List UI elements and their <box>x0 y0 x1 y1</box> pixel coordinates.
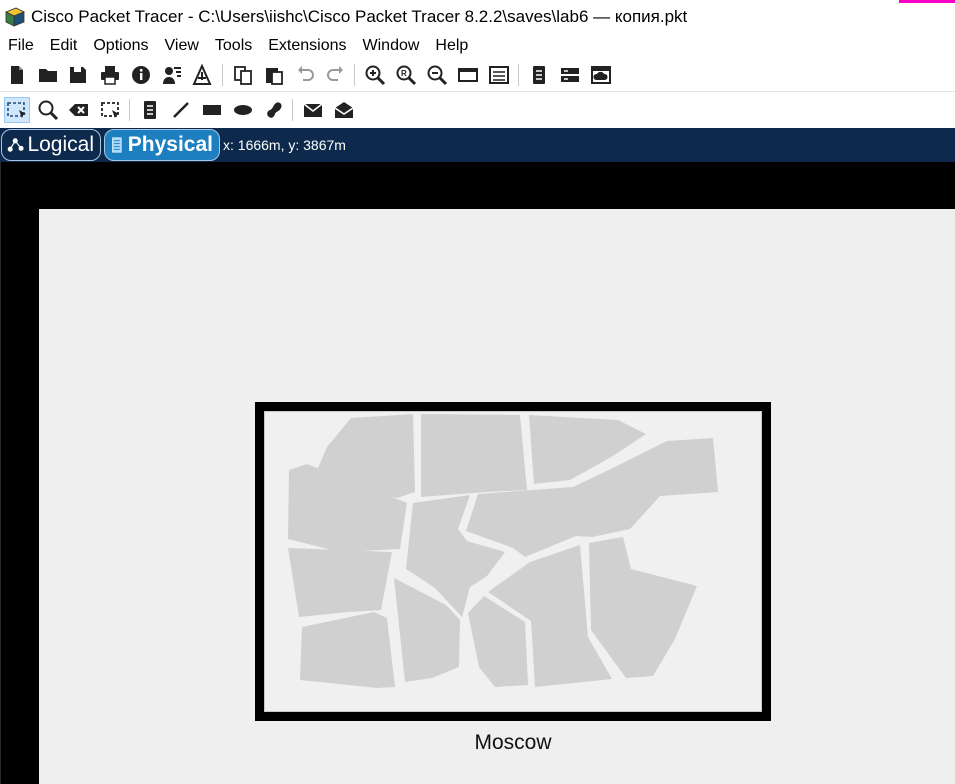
drawing-toolbar <box>0 93 955 127</box>
place-note-tool-button[interactable] <box>137 97 163 123</box>
cursor-coordinates: x: 1666m, y: 3867m <box>223 137 346 153</box>
new-file-button[interactable] <box>4 62 30 88</box>
open-folder-icon <box>39 69 57 82</box>
custom-device-dialog-button[interactable] <box>486 62 512 88</box>
zoom-out-button[interactable] <box>424 62 450 88</box>
tab-logical-label: Logical <box>27 133 94 156</box>
toolbar-separator <box>292 99 293 121</box>
draw-line-tool-button[interactable] <box>168 97 194 123</box>
custom-device-dialog-icon <box>489 66 509 84</box>
select-icon <box>7 102 26 118</box>
city-moscow[interactable] <box>255 402 771 721</box>
device-template-button[interactable] <box>557 62 583 88</box>
pdu-list-icon <box>533 66 545 84</box>
window-title: Cisco Packet Tracer - C:\Users\iishc\Cis… <box>31 7 688 26</box>
draw-freeform-icon <box>267 102 282 118</box>
pdu-list-button[interactable] <box>526 62 552 88</box>
draw-ellipse-icon <box>234 105 252 115</box>
network-info-icon <box>192 64 212 85</box>
menu-help[interactable]: Help <box>427 34 476 58</box>
device-template-icon <box>561 68 579 82</box>
physical-building-icon <box>112 137 122 153</box>
open-button[interactable] <box>35 62 61 88</box>
save-button[interactable] <box>65 62 91 88</box>
logical-topology-icon <box>7 138 24 152</box>
add-simple-pdu-icon <box>303 103 323 117</box>
inspect-tool-button[interactable] <box>35 97 61 123</box>
menu-options[interactable]: Options <box>85 34 156 58</box>
draw-ellipse-tool-button[interactable] <box>230 97 256 123</box>
workspace-canvas[interactable]: Moscow <box>39 209 955 784</box>
redo-button[interactable] <box>323 62 349 88</box>
toolbar-separator <box>222 64 223 86</box>
draw-rectangle-tool-button[interactable] <box>199 97 225 123</box>
paste-icon <box>266 68 283 85</box>
zoom-in-icon <box>365 65 386 86</box>
packet-tracer-app-icon <box>5 7 25 27</box>
paste-button[interactable] <box>261 62 287 88</box>
menu-edit[interactable]: Edit <box>42 34 86 58</box>
undo-button[interactable] <box>292 62 318 88</box>
drawing-palette-icon <box>458 68 478 82</box>
place-note-icon <box>144 101 156 119</box>
cloud-network-button[interactable] <box>588 62 614 88</box>
draw-line-icon <box>173 102 189 118</box>
city-label[interactable]: Moscow <box>255 731 771 755</box>
tab-physical-label: Physical <box>127 133 213 156</box>
print-icon <box>101 66 119 85</box>
main-toolbar: R <box>0 58 955 92</box>
tab-physical[interactable]: Physical <box>104 129 220 161</box>
toolbar-separator <box>354 64 355 86</box>
copy-button[interactable] <box>230 62 256 88</box>
delete-tool-button[interactable] <box>66 97 92 123</box>
zoom-reset-button[interactable]: R <box>393 62 419 88</box>
zoom-in-button[interactable] <box>362 62 388 88</box>
tab-logical[interactable]: Logical <box>1 129 101 161</box>
menu-view[interactable]: View <box>157 34 207 58</box>
menu-file[interactable]: File <box>0 34 42 58</box>
save-icon <box>70 67 86 83</box>
menu-window[interactable]: Window <box>355 34 428 58</box>
menu-extensions[interactable]: Extensions <box>260 34 354 58</box>
new-file-icon <box>11 66 23 84</box>
toolbar-separator <box>129 99 130 121</box>
zoom-out-icon <box>427 65 448 86</box>
workspace-mode-bar: Logical Physical x: 1666m, y: 3867m <box>0 128 955 162</box>
zoom-reset-icon: R <box>396 65 417 86</box>
draw-freeform-tool-button[interactable] <box>261 97 287 123</box>
activity-wizard-icon <box>163 67 181 84</box>
add-simple-pdu-button[interactable] <box>300 97 326 123</box>
drawing-palette-button[interactable] <box>455 62 481 88</box>
resize-shape-icon <box>101 102 119 118</box>
toolbar-separator <box>518 64 519 86</box>
svg-text:R: R <box>401 69 407 78</box>
add-complex-pdu-button[interactable] <box>331 97 357 123</box>
info-button[interactable] <box>128 62 154 88</box>
network-info-button[interactable] <box>189 62 215 88</box>
print-button[interactable] <box>97 62 123 88</box>
add-complex-pdu-icon <box>334 102 354 118</box>
copy-icon <box>234 66 252 85</box>
city-map-icon <box>288 414 718 688</box>
draw-rectangle-icon <box>203 105 221 115</box>
resize-shape-tool-button[interactable] <box>97 97 123 123</box>
title-bar: Cisco Packet Tracer - C:\Users\iishc\Cis… <box>0 0 955 34</box>
info-icon <box>132 66 150 84</box>
city-map-background <box>264 411 762 712</box>
window-accent-mark <box>899 0 955 3</box>
menu-tools[interactable]: Tools <box>207 34 260 58</box>
inspect-icon <box>38 100 59 121</box>
activity-wizard-button[interactable] <box>159 62 185 88</box>
physical-workspace[interactable]: Moscow <box>0 162 955 784</box>
redo-icon <box>327 66 343 81</box>
undo-icon <box>298 66 314 81</box>
menu-bar: File Edit Options View Tools Extensions … <box>0 34 955 58</box>
delete-icon <box>69 104 88 116</box>
select-tool-button[interactable] <box>4 97 30 123</box>
cloud-network-icon <box>591 66 611 84</box>
